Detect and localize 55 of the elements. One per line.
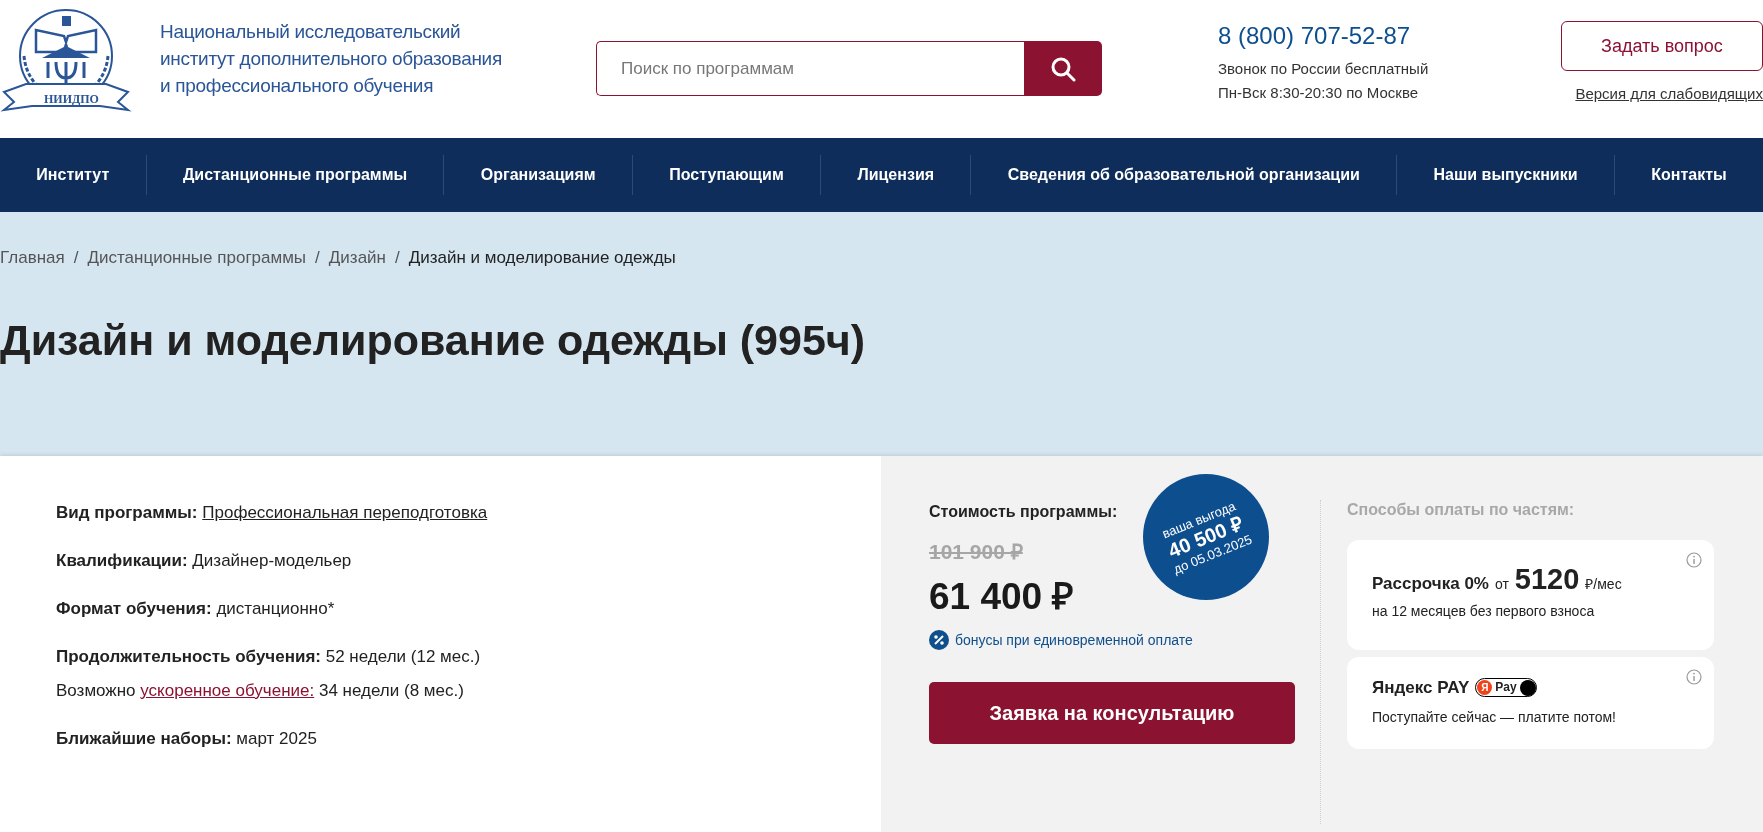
yandex-pay-note: Поступайте сейчас — платите потом! xyxy=(1372,707,1617,727)
price-heading: Стоимость программы: xyxy=(929,502,1118,522)
monthly-amount: 5120 xyxy=(1514,562,1580,596)
logo-abbreviation: НИИДПО xyxy=(44,92,99,106)
nav-link[interactable]: Поступающим xyxy=(631,155,821,195)
from-label: от xyxy=(1494,575,1509,594)
breadcrumb-separator: / xyxy=(395,247,400,269)
phone-note: Пн-Вск 8:30-20:30 по Москве xyxy=(1218,83,1420,103)
installment-card[interactable]: Рассрочка 0% от 5120 ₽/мес на 12 месяцев без первого взноса xyxy=(1347,540,1714,650)
nav-link[interactable]: Институт xyxy=(0,155,146,195)
breadcrumb-link[interactable]: Главная xyxy=(0,246,65,270)
search-icon xyxy=(1050,55,1076,82)
nav-link[interactable]: Дистанционные программы xyxy=(145,155,444,195)
breadcrumb-separator: / xyxy=(315,247,320,269)
program-detail: Продолжительность обучения: 52 недели (12 мес.) xyxy=(56,646,482,668)
current-price: 61 400 ₽ xyxy=(929,575,1075,619)
program-type-link[interactable]: Профессиональная переподготовка xyxy=(202,503,488,522)
current-page-crumb: Дизайн и моделирование одежды xyxy=(408,247,676,269)
search-button[interactable] xyxy=(1024,41,1102,96)
consultation-button[interactable]: Заявка на консультацию xyxy=(929,682,1295,744)
program-detail: Ближайшие наборы: март 2025 xyxy=(56,728,318,750)
phone-number[interactable]: 8 (800) 707-52-87 xyxy=(1218,20,1429,52)
installments-heading: Способы оплаты по частям: xyxy=(1347,500,1576,520)
info-icon[interactable] xyxy=(1686,669,1702,685)
breadcrumb-link[interactable]: Дистанционные программы xyxy=(87,246,307,270)
nav-link[interactable]: Контакты xyxy=(1613,155,1763,195)
bonus-text: бонусы при единовременной оплате xyxy=(955,631,1193,650)
yandex-pay-title: Яндекс PAY xyxy=(1372,677,1470,699)
percent-icon xyxy=(929,630,949,650)
institute-name-line: Национальный исследовательский xyxy=(160,20,462,44)
ask-question-button[interactable]: Задать вопрос xyxy=(1561,21,1763,71)
nav-link[interactable]: Сведения об образовательной организации xyxy=(970,155,1397,195)
yandex-pay-card[interactable]: Яндекс PAY Я Pay Поступайте сейчас — платите потом! xyxy=(1347,657,1714,749)
phone-note: Звонок по России бесплатный xyxy=(1218,59,1429,79)
breadcrumb-link[interactable]: Дизайн xyxy=(328,246,386,270)
program-detail: Вид программы: Профессиональная переподготовка xyxy=(56,502,489,524)
accelerated-learning-link[interactable]: ускоренное обучение: xyxy=(140,681,315,700)
nav-link[interactable]: Организациям xyxy=(443,155,632,195)
program-note: Возможно ускоренное обучение: 34 недели (8 мес.) xyxy=(56,680,465,702)
old-price: 101 900 ₽ xyxy=(929,539,1023,565)
nav-link[interactable]: Наши выпускники xyxy=(1396,155,1614,195)
installment-note: на 12 месяцев без первого взноса xyxy=(1372,601,1596,621)
accessibility-link[interactable]: Версия для слабовидящих xyxy=(1575,83,1763,106)
program-detail: Формат обучения: дистанционно* xyxy=(56,598,336,620)
breadcrumb-separator: / xyxy=(73,247,79,269)
installment-title: Рассрочка 0% xyxy=(1372,573,1489,595)
page-title: Дизайн и моделирование одежды (995ч) xyxy=(0,315,867,366)
nav-link[interactable]: Лицензия xyxy=(820,155,971,195)
institute-name-line: институт дополнительного образования xyxy=(160,47,502,71)
per-month-label: ₽/мес xyxy=(1585,575,1622,594)
info-icon[interactable] xyxy=(1686,552,1702,568)
yandex-pay-badge: Я Pay xyxy=(1475,678,1537,698)
institute-name-line: и профессионального обучения xyxy=(160,74,435,98)
search-field[interactable]: Поиск по программам xyxy=(596,41,1024,96)
program-detail: Квалификации: Дизайнер-модельер xyxy=(56,550,353,572)
